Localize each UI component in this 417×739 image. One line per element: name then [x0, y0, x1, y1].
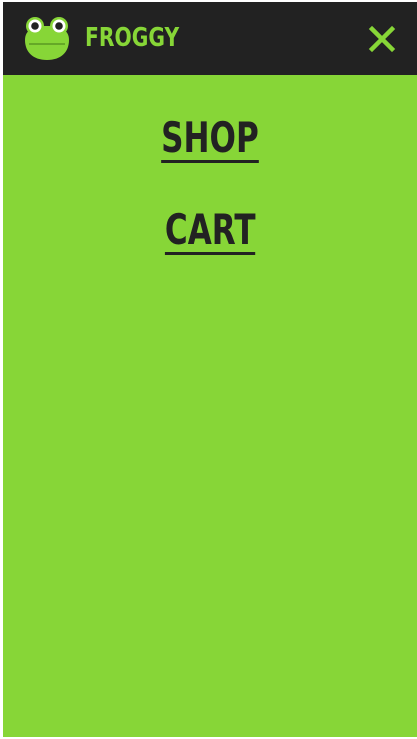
menu-link-shop-label: SHOP: [161, 113, 259, 163]
frog-face-icon[interactable]: [23, 14, 71, 62]
top-bar: FROGGY: [3, 2, 417, 75]
mobile-menu-overlay: FROGGY SHOP CART: [3, 2, 417, 737]
menu-link-cart-label: CART: [164, 205, 256, 255]
menu-link-shop[interactable]: SHOP: [3, 113, 417, 163]
close-icon[interactable]: [367, 24, 397, 54]
brand-name[interactable]: FROGGY: [85, 21, 179, 55]
menu-link-cart[interactable]: CART: [3, 205, 417, 255]
